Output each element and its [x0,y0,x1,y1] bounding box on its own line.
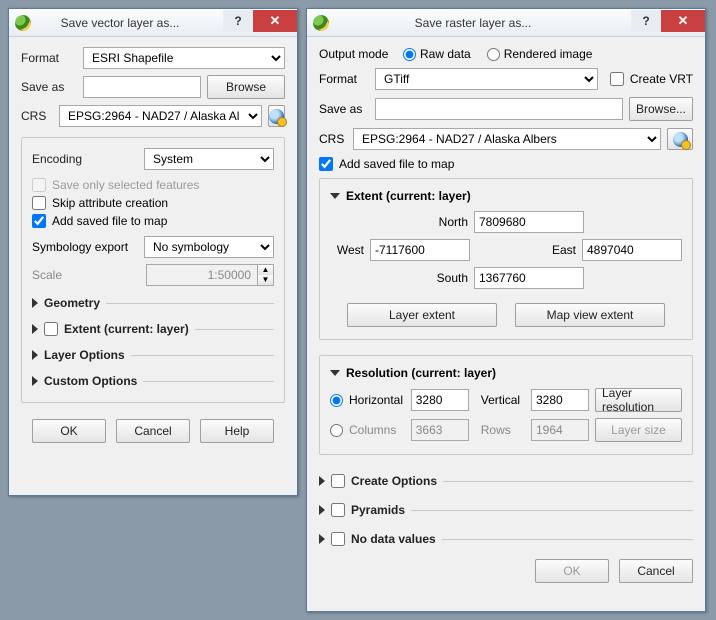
format-label: Format [21,51,77,65]
format-label: Format [319,72,369,86]
extent-section: Extent (current: layer) North West East … [319,178,693,340]
chevron-down-icon [330,370,340,376]
ok-button[interactable]: OK [535,559,609,583]
horizontal-input[interactable] [411,389,469,411]
create-options-toggle[interactable]: Create Options [319,474,693,488]
help-titlebar-button[interactable]: ? [223,10,253,32]
create-vrt-checkbox[interactable]: Create VRT [610,72,693,86]
saveas-label: Save as [21,80,77,94]
pyramids-checkbox[interactable] [331,503,345,517]
help-button[interactable]: Help [200,419,274,443]
encoding-label: Encoding [32,152,138,166]
format-select[interactable]: ESRI Shapefile [83,47,285,69]
layer-extent-button[interactable]: Layer extent [347,303,497,327]
north-label: North [428,215,468,229]
globe-icon [673,132,688,147]
options-group: Encoding System Save only selected featu… [21,137,285,403]
crs-select[interactable]: EPSG:2964 - NAD27 / Alaska Al [59,105,262,127]
app-icon [313,15,329,31]
browse-button[interactable]: Browse... [629,97,693,121]
raw-data-radio[interactable]: Raw data [403,47,471,61]
scale-spinner[interactable]: ▲▼ [146,264,274,286]
east-input[interactable] [582,239,682,261]
south-label: South [428,271,468,285]
east-label: East [552,243,576,257]
columns-input [411,419,469,441]
cancel-button[interactable]: Cancel [619,559,693,583]
layer-options-toggle[interactable]: Layer Options [32,348,274,362]
west-label: West [330,243,364,257]
globe-icon [269,109,284,124]
chevron-right-icon [32,298,38,308]
crs-label: CRS [319,132,347,146]
rendered-image-radio[interactable]: Rendered image [487,47,593,61]
titlebar: Save vector layer as... ? ✕ [9,9,297,37]
output-mode-label: Output mode [319,47,397,61]
chevron-right-icon [32,350,38,360]
nodata-toggle[interactable]: No data values [319,532,693,546]
window-title: Save vector layer as... [37,16,223,30]
close-button[interactable]: ✕ [253,10,297,32]
app-icon [15,15,31,31]
layer-resolution-button[interactable]: Layer resolution [595,388,682,412]
crs-select[interactable]: EPSG:2964 - NAD27 / Alaska Albers [353,128,661,150]
columns-label: Columns [349,423,405,437]
symbology-label: Symbology export [32,240,138,254]
skip-attr-checkbox[interactable]: Skip attribute creation [32,196,274,210]
extent-checkbox[interactable] [44,322,58,336]
chevron-right-icon [319,476,325,486]
saveas-label: Save as [319,102,369,116]
chevron-right-icon [32,376,38,386]
save-vector-dialog: Save vector layer as... ? ✕ Format ESRI … [8,8,298,496]
titlebar: Save raster layer as... ? ✕ [307,9,705,37]
browse-button[interactable]: Browse [207,75,285,99]
ok-button[interactable]: OK [32,419,106,443]
geometry-section-toggle[interactable]: Geometry [32,296,274,310]
south-input[interactable] [474,267,584,289]
close-button[interactable]: ✕ [661,10,705,32]
custom-options-toggle[interactable]: Custom Options [32,374,274,388]
west-input[interactable] [370,239,470,261]
chevron-right-icon [32,324,38,334]
columns-radio[interactable] [330,424,343,437]
symbology-select[interactable]: No symbology [144,236,274,258]
format-select[interactable]: GTiff [375,68,598,90]
add-saved-checkbox[interactable]: Add saved file to map [319,157,693,171]
extent-toggle[interactable]: Extent (current: layer) [330,187,682,205]
north-input[interactable] [474,211,584,233]
chevron-right-icon [319,534,325,544]
saveas-input[interactable] [83,76,201,98]
crs-picker-button[interactable] [667,128,693,150]
add-saved-checkbox[interactable]: Add saved file to map [32,214,274,228]
encoding-select[interactable]: System [144,148,274,170]
extent-section-toggle[interactable]: Extent (current: layer) [32,322,274,336]
crs-picker-button[interactable] [268,105,285,127]
window-title: Save raster layer as... [335,16,631,30]
resolution-section: Resolution (current: layer) Horizontal V… [319,355,693,455]
help-titlebar-button[interactable]: ? [631,10,661,32]
resolution-toggle[interactable]: Resolution (current: layer) [330,364,682,382]
chevron-down-icon [330,193,340,199]
layer-size-button: Layer size [595,418,682,442]
rows-input [531,419,589,441]
horizontal-radio[interactable] [330,394,343,407]
vertical-input[interactable] [531,389,589,411]
crs-label: CRS [21,109,53,123]
horizontal-label: Horizontal [349,393,405,407]
saveas-input[interactable] [375,98,623,120]
pyramids-toggle[interactable]: Pyramids [319,503,693,517]
cancel-button[interactable]: Cancel [116,419,190,443]
save-selected-checkbox: Save only selected features [32,178,274,192]
vertical-label: Vertical [481,393,525,407]
create-options-checkbox[interactable] [331,474,345,488]
scale-label: Scale [32,268,140,282]
save-raster-dialog: Save raster layer as... ? ✕ Output mode … [306,8,706,612]
rows-label: Rows [481,423,525,437]
chevron-right-icon [319,505,325,515]
map-view-extent-button[interactable]: Map view extent [515,303,665,327]
scale-input [146,264,258,286]
nodata-checkbox[interactable] [331,532,345,546]
